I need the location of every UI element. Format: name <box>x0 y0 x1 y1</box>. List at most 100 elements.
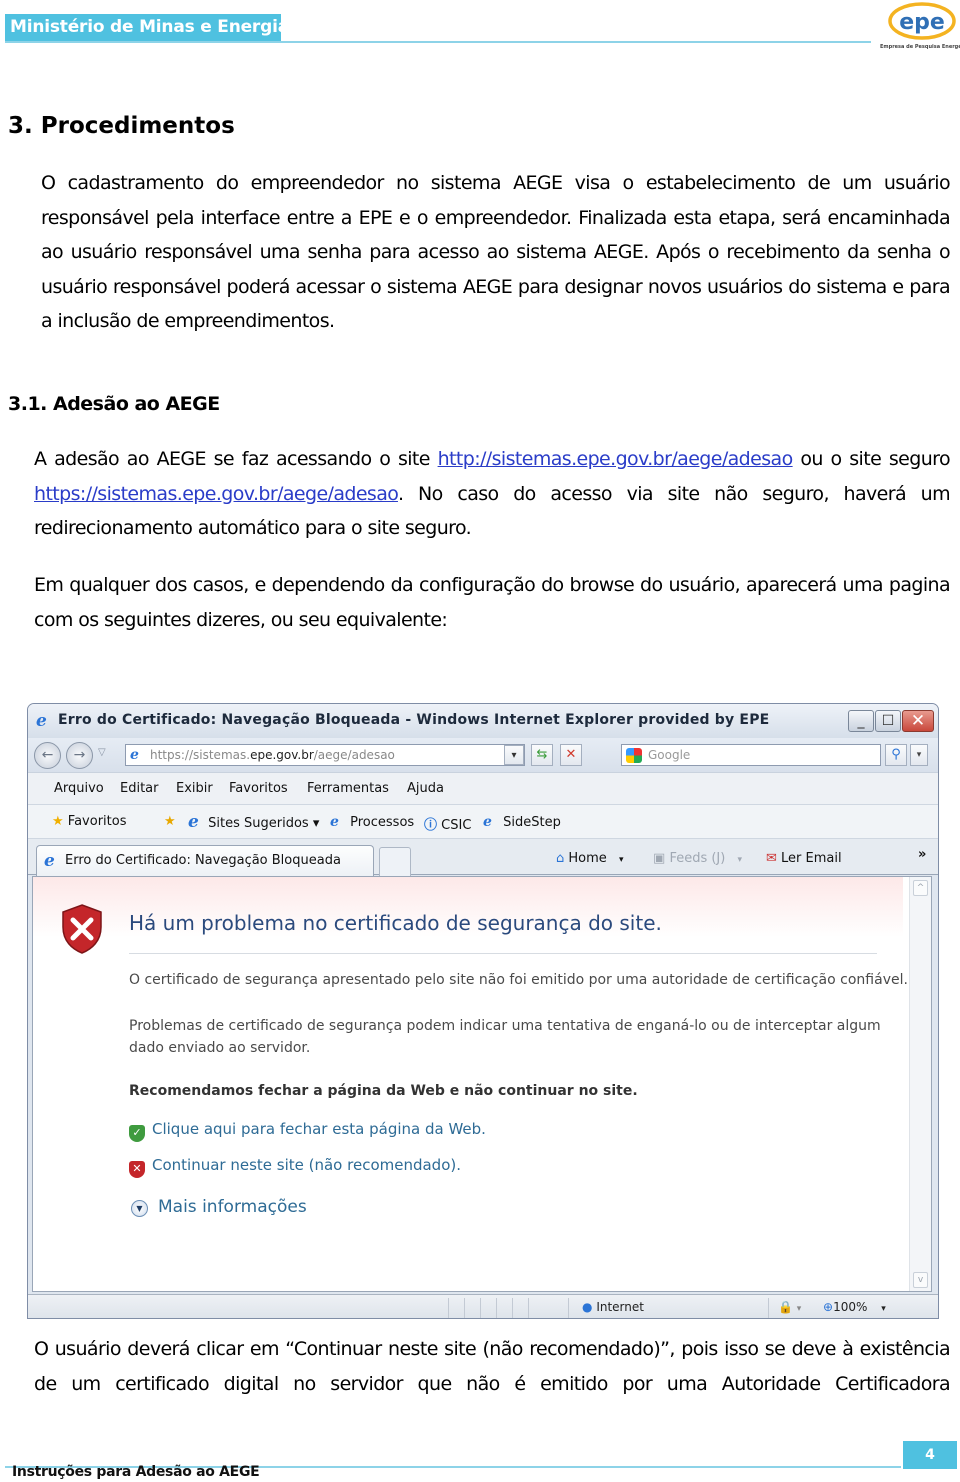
back-button[interactable]: ← <box>34 742 61 769</box>
info-icon: ⓘ <box>424 818 438 833</box>
menu-bar: Arquivo Editar Exibir Favoritos Ferramen… <box>28 772 938 804</box>
ministry-title: Ministério de Minas e Energia <box>10 17 289 37</box>
search-options-button[interactable]: ▾ <box>910 744 928 766</box>
protected-mode-button[interactable]: 🔒 ▾ <box>778 1300 801 1314</box>
home-label: Home <box>568 851 607 866</box>
add-star-icon: ★ <box>164 814 176 829</box>
zoom-level: 100% <box>833 1300 868 1314</box>
scroll-up-icon[interactable]: ^ <box>913 880 928 896</box>
star-icon: ★ <box>52 814 64 829</box>
globe-icon: ● <box>582 1300 593 1314</box>
stop-button[interactable]: ✕ <box>560 744 582 766</box>
forward-button[interactable]: → <box>66 742 93 769</box>
menu-arquivo[interactable]: Arquivo <box>54 781 104 796</box>
recommendation-text: Recomendamos fechar a página da Web e nã… <box>129 1083 638 1099</box>
security-zone[interactable]: ● Internet <box>582 1300 644 1314</box>
zone-label: Internet <box>596 1300 644 1314</box>
error-warning-line2: dado enviado ao servidor. <box>129 1040 311 1056</box>
sidestep-label: SideStep <box>503 815 561 830</box>
address-url: https://sistemas.epe.gov.br/aege/adesao <box>150 748 395 762</box>
menu-ferramentas[interactable]: Ferramentas <box>307 781 389 796</box>
csic-label: CSIC <box>441 818 472 833</box>
header-divider <box>5 41 871 43</box>
favorites-button[interactable]: ★ Favoritos <box>52 814 126 829</box>
lock-icon: 🔒 <box>778 1300 793 1314</box>
tab-certificate-error[interactable]: e Erro do Certificado: Navegação Bloquea… <box>36 845 374 876</box>
feeds-button[interactable]: ▣ Feeds (J) ▾ <box>653 851 742 866</box>
scroll-down-icon[interactable]: v <box>913 1272 928 1288</box>
url-domain: epe.gov.br <box>250 748 314 762</box>
menu-favoritos[interactable]: Favoritos <box>229 781 288 796</box>
page-icon: e <box>483 814 492 830</box>
tab-title: Erro do Certificado: Navegação Bloqueada <box>65 853 341 868</box>
address-bar[interactable]: e https://sistemas.epe.gov.br/aege/adesa… <box>125 744 525 766</box>
processos-link[interactable]: e Processos <box>330 814 414 830</box>
browser-window: e Erro do Certificado: Navegação Bloquea… <box>27 703 939 1319</box>
section-heading: 3. Procedimentos <box>8 113 235 139</box>
add-favorite-button[interactable]: ★ <box>164 814 176 829</box>
vertical-scrollbar[interactable]: ^ v <box>909 877 931 1291</box>
close-button[interactable]: ✕ <box>902 710 934 732</box>
footer-title: Instruções para Adesão ao AEGE <box>12 1464 260 1480</box>
tab-bar: e Erro do Certificado: Navegação Bloquea… <box>28 838 938 876</box>
address-row: ← → ▽ e https://sistemas.epe.gov.br/aege… <box>28 738 938 772</box>
continue-site-label: Continuar neste site (não recomendado). <box>152 1156 462 1174</box>
continue-site-link[interactable]: ✕ Continuar neste site (não recomendado). <box>129 1156 461 1178</box>
instruction-paragraph: O usuário deverá clicar em “Continuar ne… <box>34 1338 951 1395</box>
error-description: O certificado de segurança apresentado p… <box>129 972 908 988</box>
menu-exibir[interactable]: Exibir <box>176 781 213 796</box>
url-prefix: https://sistemas. <box>150 748 251 762</box>
error-warning-line1: Problemas de certificado de segurança po… <box>129 1018 881 1034</box>
https-link[interactable]: https://sistemas.epe.gov.br/aege/adesao <box>34 483 399 505</box>
history-dropdown-icon[interactable]: ▽ <box>98 747 106 758</box>
minimize-button[interactable]: _ <box>848 710 874 732</box>
zoom-dropdown-icon: ▾ <box>881 1304 886 1314</box>
status-bar: ● Internet 🔒 ▾ ⊕100% ▾ <box>28 1294 938 1318</box>
maximize-icon: ☐ <box>881 713 895 729</box>
csic-link[interactable]: ⓘ CSIC <box>424 814 471 833</box>
adesao-text-2: ou o site seguro <box>792 448 950 470</box>
error-shield-icon <box>62 904 102 954</box>
more-commands-button[interactable]: » <box>918 847 926 862</box>
expand-icon: ▼ <box>131 1200 148 1217</box>
home-dropdown-icon[interactable]: ▾ <box>619 855 624 865</box>
menu-ajuda[interactable]: Ajuda <box>407 781 444 796</box>
page-icon: e <box>330 814 339 830</box>
ie-icon: e <box>188 812 199 832</box>
status-separator <box>528 1298 529 1318</box>
status-separator <box>464 1298 465 1318</box>
refresh-icon: ⇆ <box>536 747 548 762</box>
menu-editar[interactable]: Editar <box>120 781 159 796</box>
feeds-dropdown-icon: ▾ <box>737 855 743 865</box>
error-title: Há um problema no certificado de seguran… <box>129 911 662 935</box>
adesao-text-1: A adesão ao AEGE se faz acessando o site <box>34 448 438 470</box>
address-dropdown-button[interactable]: ▾ <box>504 745 524 765</box>
home-button[interactable]: ⌂ Home ▾ <box>556 851 623 866</box>
favorites-bar: ★ Favoritos ★ e Sites Sugeridos ▾ e Proc… <box>28 804 938 838</box>
suggested-sites-link[interactable]: e Sites Sugeridos ▾ <box>188 812 319 832</box>
window-title: Erro do Certificado: Navegação Bloqueada… <box>58 712 770 728</box>
protected-dropdown-icon: ▾ <box>796 1304 802 1314</box>
status-separator <box>512 1298 513 1318</box>
page-icon: e <box>130 747 139 763</box>
status-separator <box>448 1298 449 1318</box>
search-button[interactable]: ⚲ <box>885 744 907 766</box>
sidestep-link[interactable]: e SideStep <box>483 814 561 830</box>
http-link[interactable]: http://sistemas.epe.gov.br/aege/adesao <box>438 448 794 470</box>
home-icon: ⌂ <box>556 851 565 866</box>
close-page-link[interactable]: ✓ Clique aqui para fechar esta página da … <box>129 1120 486 1142</box>
search-icon: ⚲ <box>891 747 901 762</box>
page-content: Há um problema no certificado de seguran… <box>32 876 932 1292</box>
status-separator <box>768 1298 769 1318</box>
adesao-paragraph: A adesão ao AEGE se faz acessando o site… <box>34 442 951 546</box>
refresh-button[interactable]: ⇆ <box>531 744 553 766</box>
search-input[interactable]: Google <box>621 744 881 766</box>
maximize-button[interactable]: ☐ <box>875 710 901 732</box>
read-mail-button[interactable]: ✉ Ler Email <box>766 851 842 866</box>
search-placeholder: Google <box>648 748 691 762</box>
more-info-toggle[interactable]: ▼ Mais informações <box>131 1197 307 1217</box>
read-mail-label: Ler Email <box>781 851 842 866</box>
rss-icon: ▣ <box>653 851 666 866</box>
zoom-button[interactable]: ⊕100% ▾ <box>823 1300 886 1314</box>
new-tab-button[interactable] <box>379 847 411 876</box>
